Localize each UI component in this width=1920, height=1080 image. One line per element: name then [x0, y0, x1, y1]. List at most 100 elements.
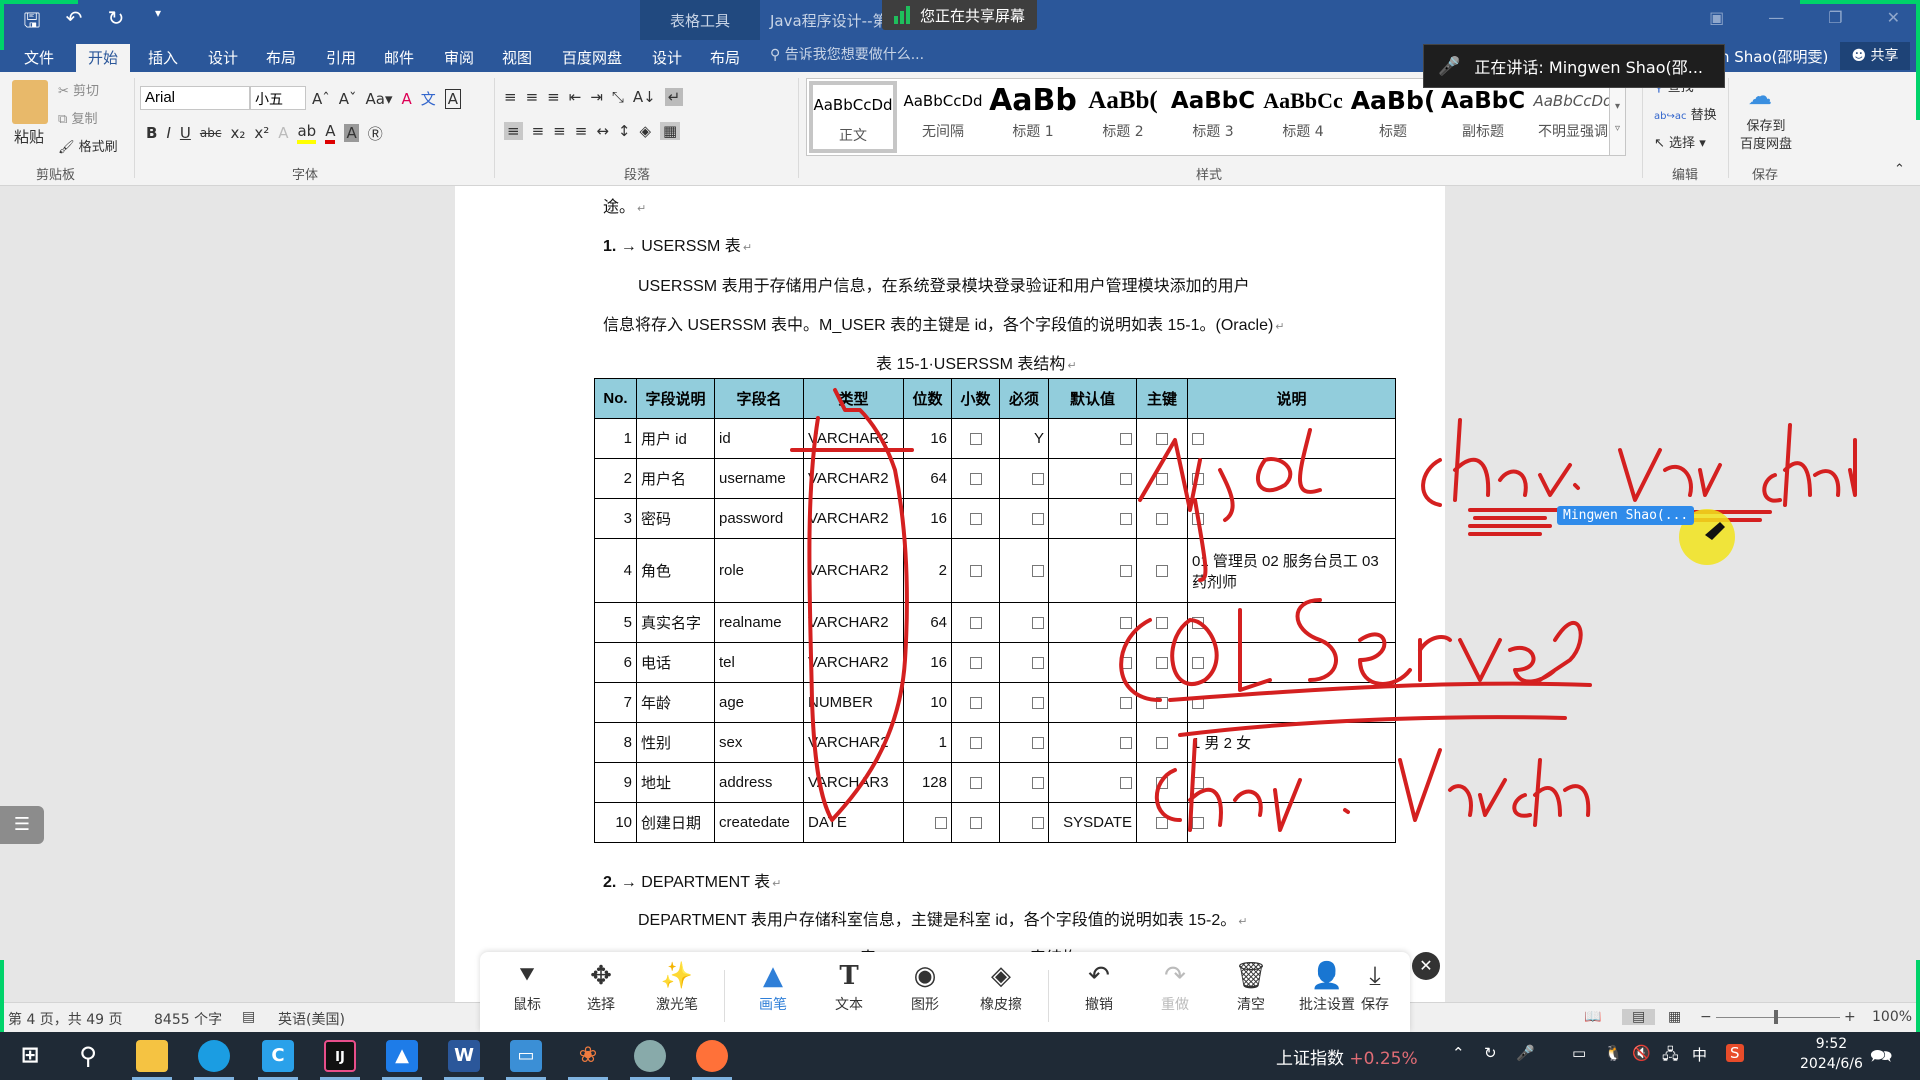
- tab-table-design[interactable]: 设计: [640, 44, 694, 72]
- cell-field[interactable]: tel: [714, 642, 804, 683]
- show-hidden-icons[interactable]: ⌃: [1452, 1044, 1465, 1062]
- cell-type[interactable]: VARCHAR2: [803, 722, 904, 763]
- subscript-icon[interactable]: x₂: [230, 124, 245, 142]
- ime-indicator[interactable]: 中: [1692, 1044, 1707, 1065]
- cell-type[interactable]: NUMBER: [803, 682, 904, 723]
- justify-icon[interactable]: ≡: [575, 122, 588, 140]
- cell-type[interactable]: VARCHAR2: [803, 602, 904, 643]
- chinese-layout-icon[interactable]: ⤡: [612, 88, 624, 106]
- style-no-spacing[interactable]: AaBbCcDd 无间隔: [899, 81, 987, 153]
- style-subtle-emphasis[interactable]: AaBbCcDd 不明显强调: [1529, 81, 1617, 153]
- cell-len[interactable]: 128: [903, 762, 952, 803]
- cell-default[interactable]: [1048, 458, 1137, 499]
- char-shading-icon[interactable]: A: [344, 124, 359, 142]
- cell-note[interactable]: [1187, 418, 1396, 459]
- cell-desc[interactable]: 密码: [636, 498, 715, 539]
- font-color-icon[interactable]: A: [325, 122, 336, 144]
- style-subtitle[interactable]: AaBbC 副标题: [1439, 81, 1527, 153]
- style-heading-1[interactable]: AaBb 标题 1: [989, 81, 1077, 153]
- tell-me-search[interactable]: ⚲ 告诉我您想要做什么...: [770, 44, 924, 64]
- cell-len[interactable]: 16: [903, 498, 952, 539]
- edge-icon[interactable]: [198, 1040, 230, 1072]
- text-effects-icon[interactable]: A: [278, 124, 288, 142]
- intellij-icon[interactable]: IJ: [324, 1040, 356, 1072]
- cell-note[interactable]: [1187, 682, 1396, 723]
- stock-widget[interactable]: 上证指数 +0.25%: [1276, 1044, 1418, 1069]
- page-count[interactable]: 第 4 页，共 49 页: [8, 1009, 123, 1029]
- cell-default[interactable]: [1048, 762, 1137, 803]
- cell-no[interactable]: 4: [594, 538, 637, 603]
- cut-button[interactable]: ✂ 剪切: [58, 80, 99, 99]
- cell-field[interactable]: id: [714, 418, 804, 459]
- close-icon[interactable]: ✕: [1887, 8, 1900, 27]
- paste-button[interactable]: 粘贴: [14, 126, 44, 147]
- cell-field[interactable]: realname: [714, 602, 804, 643]
- cell-default[interactable]: [1048, 602, 1137, 643]
- font-name-select[interactable]: Arial: [140, 86, 250, 110]
- cell-dec[interactable]: [951, 722, 1000, 763]
- align-right-icon[interactable]: ≡: [553, 122, 566, 140]
- save-to-baidu-button[interactable]: 保存到 百度网盘: [1740, 118, 1792, 154]
- minimize-icon[interactable]: —: [1768, 8, 1784, 27]
- tab-table-layout[interactable]: 布局: [698, 44, 752, 72]
- cell-pk[interactable]: [1136, 602, 1188, 643]
- cell-req[interactable]: [999, 498, 1049, 539]
- anno-text[interactable]: T 文本: [814, 958, 884, 1014]
- show-marks-icon[interactable]: ↵: [664, 88, 684, 106]
- cell-req[interactable]: [999, 458, 1049, 499]
- volume-muted-icon[interactable]: 🔇: [1632, 1044, 1651, 1062]
- cell-default[interactable]: SYSDATE: [1048, 802, 1137, 843]
- style-heading-4[interactable]: AaBbCc 标题 4: [1259, 81, 1347, 153]
- cell-no[interactable]: 7: [594, 682, 637, 723]
- anno-select[interactable]: ✥ 选择: [566, 958, 636, 1014]
- cell-desc[interactable]: 真实名字: [636, 602, 715, 643]
- cell-type[interactable]: VARCHAR2: [803, 538, 904, 603]
- cell-dec[interactable]: [951, 762, 1000, 803]
- cell-default[interactable]: [1048, 538, 1137, 603]
- multilevel-list-icon[interactable]: ≡: [547, 88, 560, 106]
- tab-home[interactable]: 开始: [76, 44, 131, 72]
- tab-insert[interactable]: 插入: [136, 44, 190, 72]
- style-title[interactable]: AaBb(标题: [1349, 81, 1437, 153]
- cell-req[interactable]: [999, 762, 1049, 803]
- strikethrough-icon[interactable]: abc: [200, 126, 222, 140]
- cell-default[interactable]: [1048, 722, 1137, 763]
- shrink-font-icon[interactable]: Aˇ: [339, 90, 357, 108]
- zoom-level[interactable]: 100%: [1872, 1009, 1912, 1025]
- cell-desc[interactable]: 创建日期: [636, 802, 715, 843]
- cell-req[interactable]: Y: [999, 418, 1049, 459]
- print-layout-icon[interactable]: ▤: [1622, 1009, 1656, 1025]
- cell-dec[interactable]: [951, 418, 1000, 459]
- cell-len[interactable]: 2: [903, 538, 952, 603]
- baidu-cloud-icon[interactable]: ☁: [1748, 82, 1772, 110]
- cell-default[interactable]: [1048, 498, 1137, 539]
- word-icon[interactable]: W: [448, 1040, 480, 1072]
- clear-format-icon[interactable]: A: [402, 90, 412, 108]
- clock[interactable]: 9:52 2024/6/6: [1800, 1034, 1863, 1074]
- anno-clear[interactable]: 🗑 清空: [1216, 958, 1286, 1014]
- anno-undo[interactable]: ↶ 撤销: [1064, 958, 1134, 1014]
- cell-note[interactable]: [1187, 762, 1396, 803]
- cell-note[interactable]: [1187, 642, 1396, 683]
- anno-mouse[interactable]: ⯆ 鼠标: [492, 958, 562, 1014]
- cell-pk[interactable]: [1136, 722, 1188, 763]
- cell-type[interactable]: VARCHAR2: [803, 642, 904, 683]
- style-normal[interactable]: AaBbCcDd 正文: [809, 81, 897, 153]
- cell-no[interactable]: 3: [594, 498, 637, 539]
- superscript-icon[interactable]: x²: [254, 124, 269, 142]
- cell-no[interactable]: 9: [594, 762, 637, 803]
- c-app-icon[interactable]: C: [262, 1040, 294, 1072]
- cell-type[interactable]: VARCHAR2: [803, 498, 904, 539]
- cell-req[interactable]: [999, 538, 1049, 603]
- cell-dec[interactable]: [951, 682, 1000, 723]
- underline-icon[interactable]: U: [180, 124, 191, 142]
- increase-indent-icon[interactable]: ⇥: [590, 88, 603, 106]
- cell-note[interactable]: [1187, 458, 1396, 499]
- zoom-slider-thumb[interactable]: [1774, 1010, 1778, 1024]
- enclose-char-icon[interactable]: Ⓡ: [368, 123, 383, 144]
- screen-share-notice[interactable]: 您正在共享屏幕: [882, 0, 1038, 30]
- zoom-out-button[interactable]: −: [1700, 1009, 1712, 1025]
- cell-default[interactable]: [1048, 418, 1137, 459]
- battery-icon[interactable]: ▭: [1572, 1044, 1586, 1062]
- phonetic-guide-icon[interactable]: 文: [421, 88, 436, 109]
